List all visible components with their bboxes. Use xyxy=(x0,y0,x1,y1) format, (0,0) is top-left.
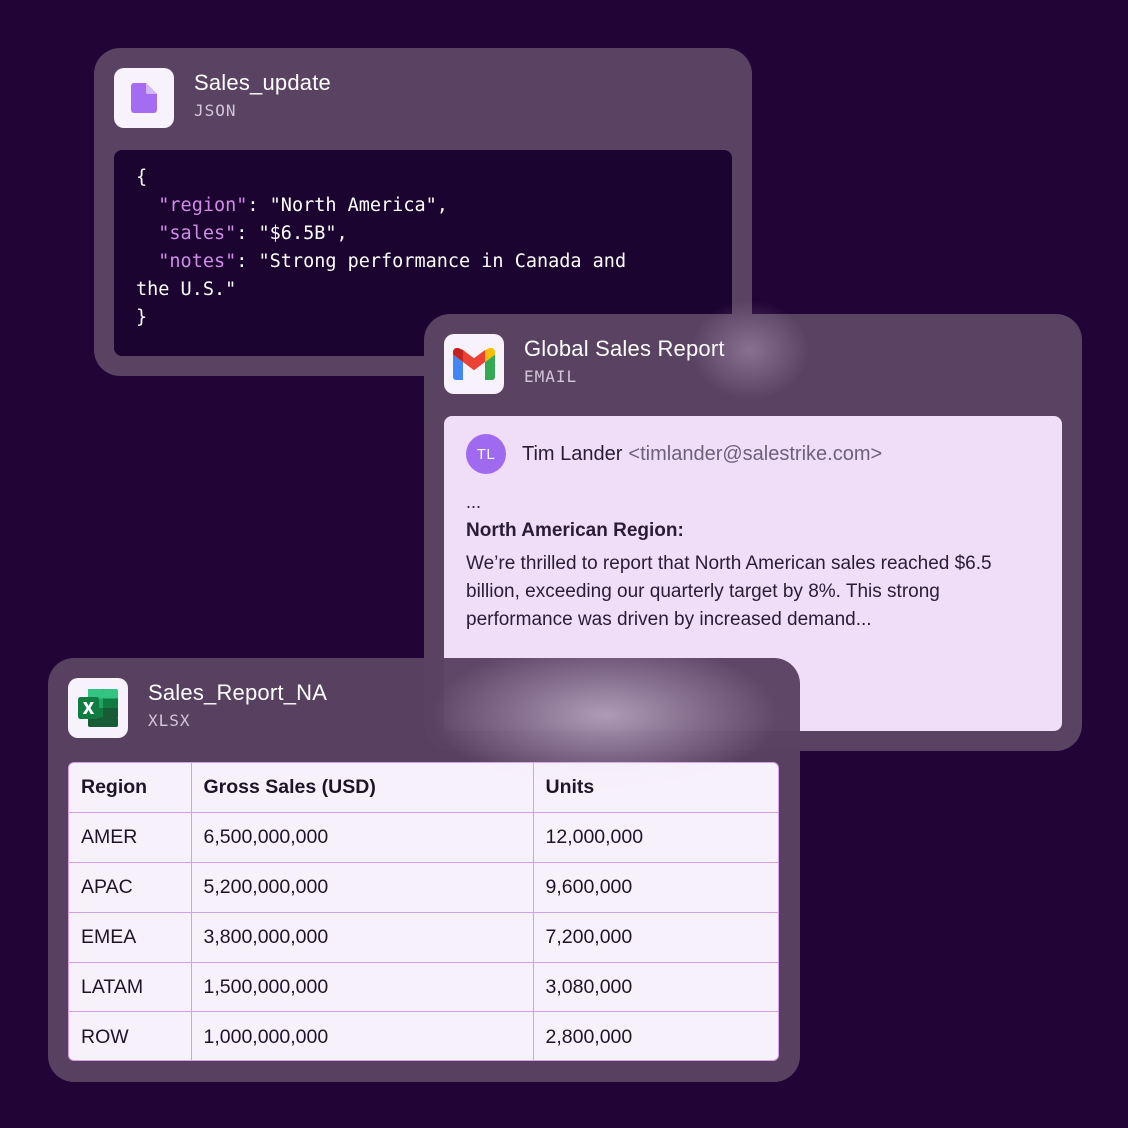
email-card-type: EMAIL xyxy=(524,367,578,386)
table-row: LATAM 1,500,000,000 3,080,000 xyxy=(69,962,778,1013)
column-header-region[interactable]: Region xyxy=(69,763,192,814)
cell-region[interactable]: APAC xyxy=(69,862,192,913)
code-key-region: "region" xyxy=(158,195,248,216)
cell-region[interactable]: LATAM xyxy=(69,962,192,1013)
code-value-notes-cont: the U.S." xyxy=(136,279,237,300)
cell-units[interactable]: 7,200,000 xyxy=(533,912,778,963)
cell-gross-sales[interactable]: 6,500,000,000 xyxy=(191,812,534,864)
xlsx-file-card[interactable]: Sales_Report_NA XLSX Region Gross Sales … xyxy=(48,658,800,1082)
email-ellipsis: ... xyxy=(466,492,482,512)
table-header-row: Region Gross Sales (USD) Units xyxy=(69,763,778,814)
file-icon xyxy=(114,68,174,128)
excel-icon xyxy=(68,678,128,738)
xlsx-card-title: Sales_Report_NA xyxy=(148,680,328,705)
table-row: APAC 5,200,000,000 9,600,000 xyxy=(69,862,778,913)
cell-gross-sales[interactable]: 5,200,000,000 xyxy=(191,862,534,913)
json-card-type: JSON xyxy=(194,101,237,120)
json-card-header: Sales_update JSON xyxy=(114,68,331,128)
column-header-units[interactable]: Units xyxy=(533,763,778,814)
cell-region[interactable]: EMEA xyxy=(69,912,192,963)
sender-email: <timlander@salestrike.com> xyxy=(628,442,883,465)
table-row: AMER 6,500,000,000 12,000,000 xyxy=(69,812,778,864)
email-body-text: We’re thrilled to report that North Amer… xyxy=(466,553,992,630)
cell-units[interactable]: 9,600,000 xyxy=(533,862,778,913)
email-heading: North American Region: xyxy=(466,520,684,541)
cell-gross-sales[interactable]: 1,000,000,000 xyxy=(191,1011,534,1060)
table-row: ROW 1,000,000,000 2,800,000 xyxy=(69,1011,778,1060)
cell-region[interactable]: AMER xyxy=(69,812,192,864)
cell-units[interactable]: 12,000,000 xyxy=(533,812,778,864)
spreadsheet-table[interactable]: Region Gross Sales (USD) Units AMER 6,50… xyxy=(68,762,779,1061)
column-header-gross-sales[interactable]: Gross Sales (USD) xyxy=(191,763,534,814)
xlsx-card-header: Sales_Report_NA XLSX xyxy=(68,678,327,738)
code-key-notes: "notes" xyxy=(158,251,237,272)
cell-gross-sales[interactable]: 3,800,000,000 xyxy=(191,912,534,963)
email-card-header: Global Sales Report EMAIL xyxy=(444,334,725,394)
code-brace-open: { xyxy=(136,167,148,188)
avatar: TL xyxy=(466,434,506,474)
cell-region[interactable]: ROW xyxy=(69,1011,192,1060)
json-card-title: Sales_update xyxy=(194,70,331,95)
code-brace-close: } xyxy=(136,307,148,328)
code-key-sales: "sales" xyxy=(158,223,237,244)
xlsx-card-type: XLSX xyxy=(148,711,191,730)
gmail-icon xyxy=(444,334,504,394)
table-row: EMEA 3,800,000,000 7,200,000 xyxy=(69,912,778,963)
code-value-sales: : "$6.5B", xyxy=(236,223,348,244)
sender-name: Tim Lander xyxy=(522,442,623,465)
email-card-title: Global Sales Report xyxy=(524,336,725,361)
cell-units[interactable]: 2,800,000 xyxy=(533,1012,778,1060)
sender-row: TL Tim Lander <timlander@salestrike.com> xyxy=(466,434,882,474)
cell-units[interactable]: 3,080,000 xyxy=(533,962,778,1013)
code-value-region: : "North America", xyxy=(247,195,448,216)
code-value-notes: : "Strong performance in Canada and xyxy=(236,251,627,272)
cell-gross-sales[interactable]: 1,500,000,000 xyxy=(191,962,534,1013)
